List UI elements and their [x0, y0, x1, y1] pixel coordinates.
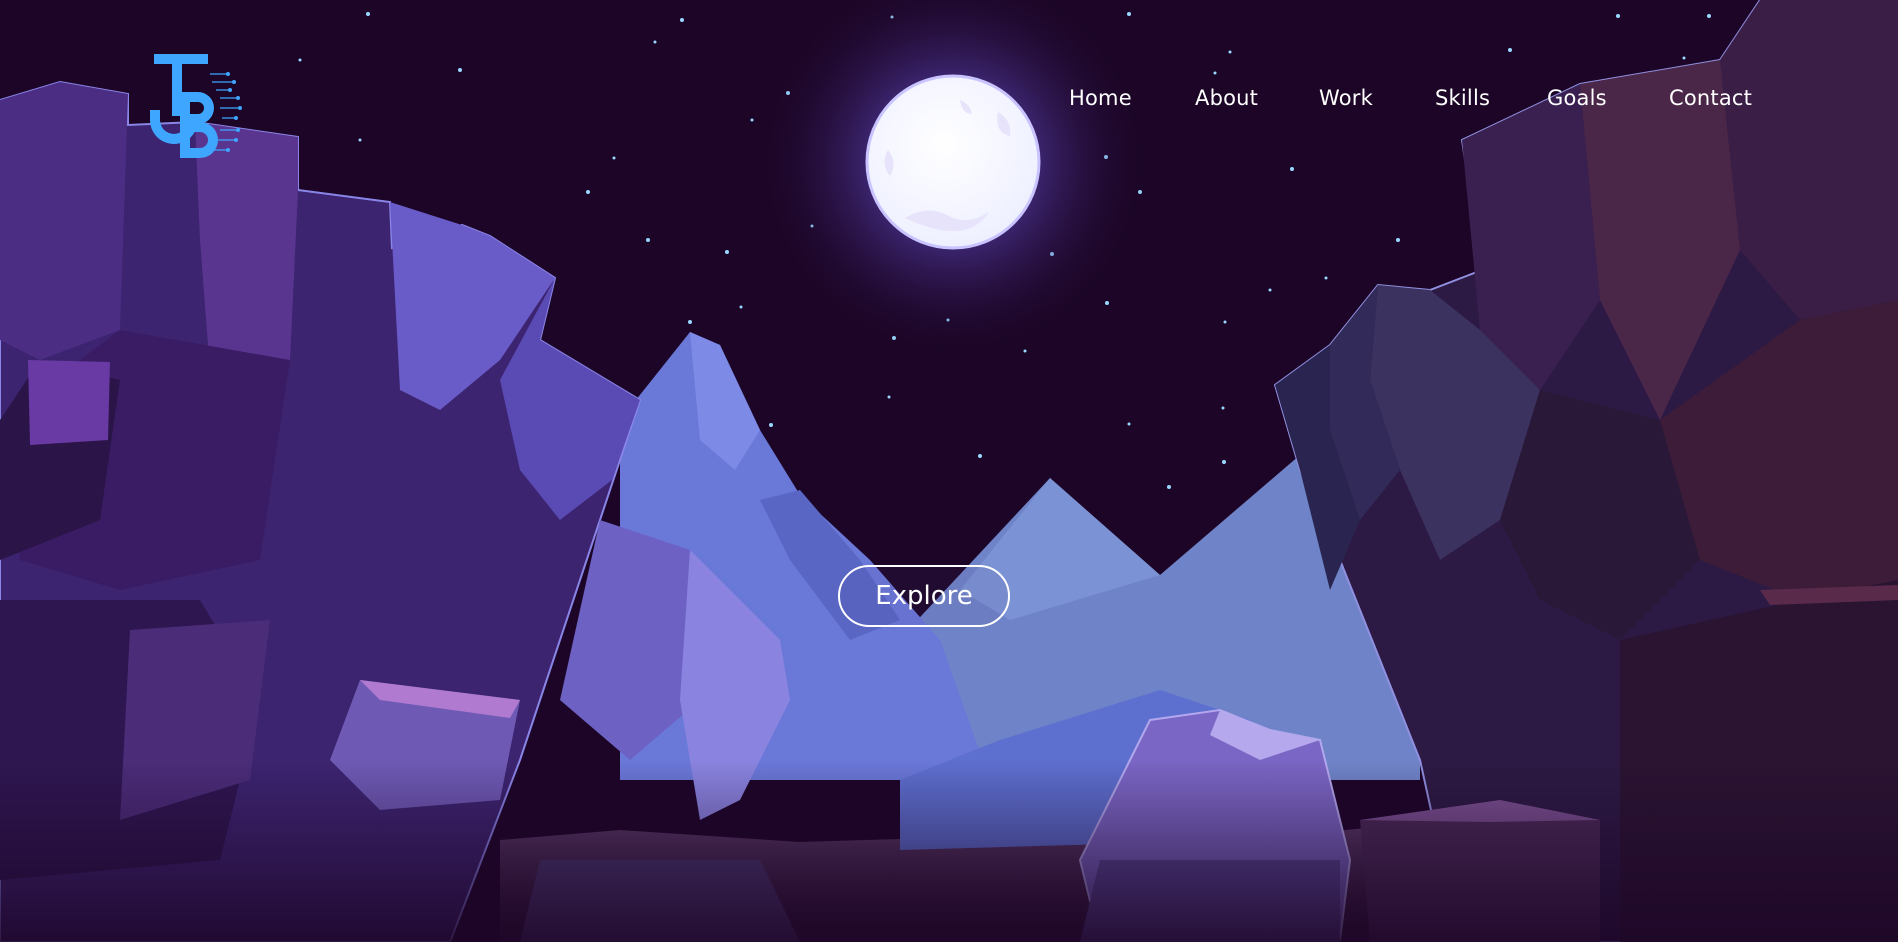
jb-monogram-logo-icon[interactable] — [150, 52, 242, 160]
nav-link-home[interactable]: Home — [1069, 86, 1132, 110]
nav-link-about[interactable]: About — [1195, 86, 1258, 110]
nav-link-contact[interactable]: Contact — [1669, 86, 1752, 110]
hero-section: Home About Work Skills Goals Contact Exp… — [0, 0, 1898, 942]
nav-link-work[interactable]: Work — [1319, 86, 1373, 110]
explore-button[interactable]: Explore — [838, 565, 1010, 627]
nav-link-skills[interactable]: Skills — [1435, 86, 1490, 110]
nav-link-goals[interactable]: Goals — [1547, 86, 1607, 110]
night-canyon-illustration — [0, 0, 1898, 942]
